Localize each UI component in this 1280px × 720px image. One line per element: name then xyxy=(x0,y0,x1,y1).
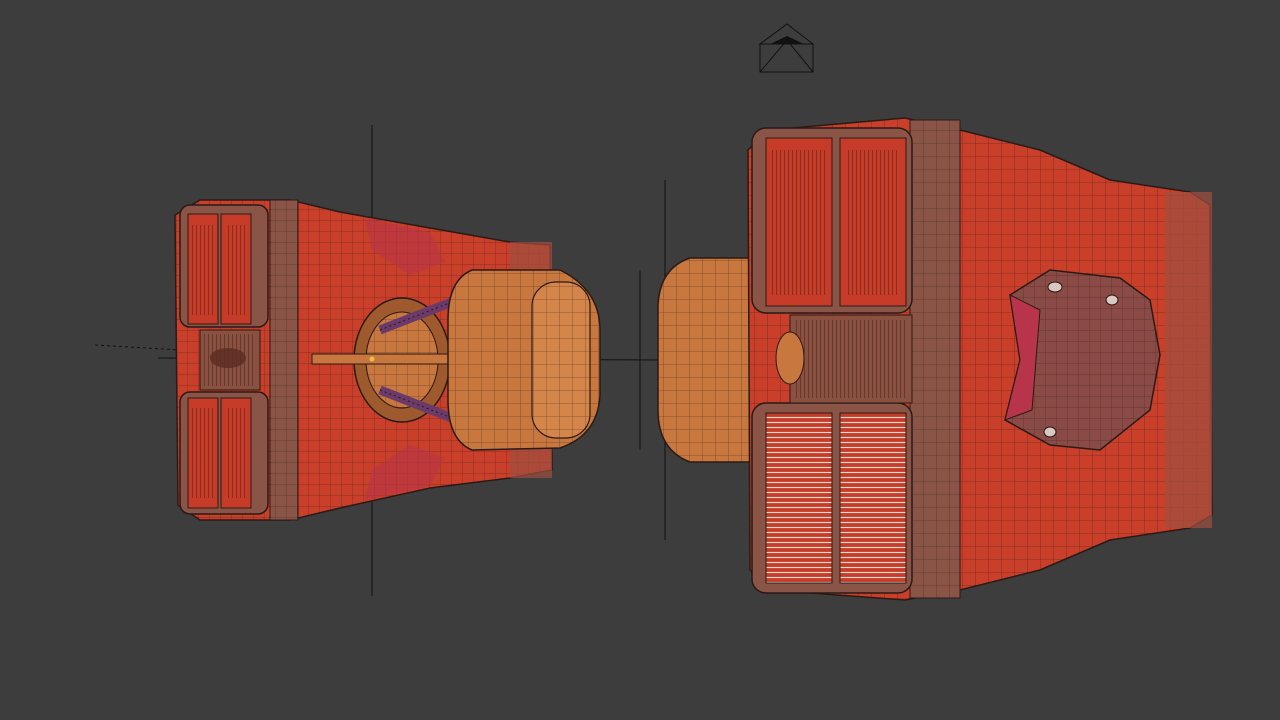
viewport-canvas xyxy=(94,23,1213,601)
right-pod-grille-upper xyxy=(751,127,913,314)
right-pod-center-intake xyxy=(775,314,913,404)
engine-pod-right[interactable] xyxy=(657,117,1213,601)
left-pod-nozzle xyxy=(447,269,601,451)
left-pod-center-intake xyxy=(199,329,261,391)
left-pod-grille-lower xyxy=(179,391,269,515)
left-pod-grille-upper xyxy=(179,204,269,328)
3d-viewport[interactable] xyxy=(0,0,1280,720)
right-pod-grille-lower xyxy=(751,402,913,594)
engine-pod-left[interactable] xyxy=(174,199,601,521)
camera-gizmo-icon[interactable] xyxy=(758,23,815,73)
